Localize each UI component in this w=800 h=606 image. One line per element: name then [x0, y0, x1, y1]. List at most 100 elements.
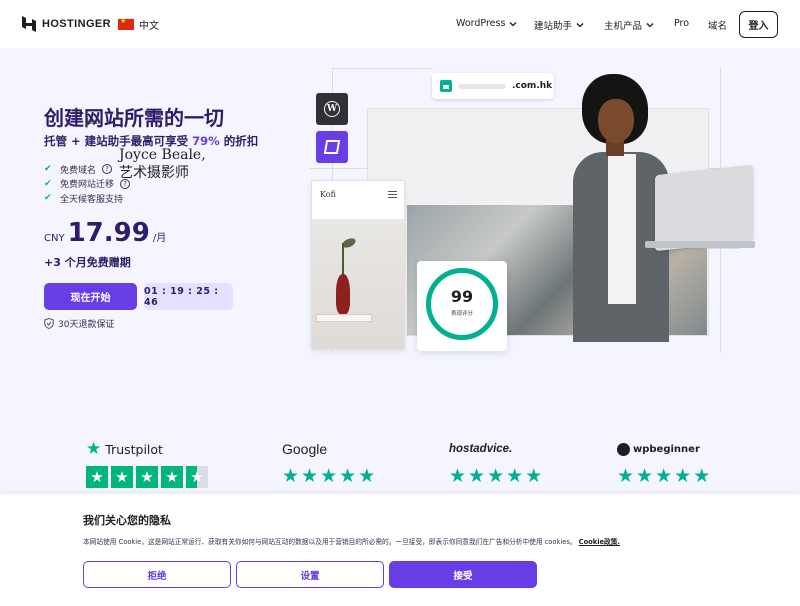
- laptop-base: [645, 241, 755, 248]
- website-builder-tile: [316, 131, 348, 163]
- star-icon: ★: [86, 466, 108, 488]
- china-flag-icon: [118, 17, 134, 30]
- review-badges: ★ Trustpilot ★ ★ ★ ★ ★ Google ★ ★ ★ ★ ★ …: [0, 440, 800, 500]
- nav-item-hosting[interactable]: 主机产品: [604, 18, 654, 32]
- star-icon: ★: [693, 465, 711, 487]
- feature-list: ✔ 免费域名 ? ✔ 免费网站迁移 ? ✔ 全天候客服支持: [44, 162, 131, 206]
- check-icon: ✔: [44, 193, 52, 204]
- star-icon: ★: [636, 465, 654, 487]
- settings-button[interactable]: 设置: [236, 561, 384, 588]
- feature-item: ✔ 免费域名 ?: [44, 162, 130, 177]
- google-badge[interactable]: Google ★ ★ ★ ★ ★: [282, 440, 375, 486]
- help-icon[interactable]: ?: [102, 164, 113, 175]
- star-icon: ★: [506, 465, 524, 487]
- star-icon: ★: [655, 465, 673, 487]
- money-back-guarantee: 30天退款保证: [44, 317, 114, 330]
- chevron-down-icon: [509, 21, 517, 26]
- mobile-preview: Kofi: [311, 180, 405, 350]
- chevron-down-icon: [576, 23, 584, 28]
- trustpilot-star-icon: ★: [86, 438, 102, 459]
- feature-label: 免费域名: [60, 165, 97, 176]
- bonus-months: +3 个月免费赠期: [44, 256, 131, 269]
- hostinger-logo-icon: [22, 16, 36, 32]
- person-shirt: [608, 154, 636, 304]
- site-name-line1: Joyce Beale,: [119, 147, 206, 163]
- url-placeholder-line: [458, 83, 506, 89]
- person-face: [598, 99, 634, 143]
- nav-item-pro[interactable]: Pro: [674, 18, 689, 29]
- language-label: 中文: [139, 21, 159, 32]
- domain-url-bar: .com.hk: [432, 73, 554, 99]
- grid-line: [332, 68, 432, 69]
- language-selector[interactable]: 中文: [118, 17, 159, 32]
- laptop-image: [655, 164, 753, 252]
- star-icon: ★: [339, 465, 357, 487]
- wpbeginner-badge[interactable]: wpbeginner ★ ★ ★ ★ ★: [617, 440, 710, 486]
- feature-label: 全天候客服支持: [60, 194, 124, 205]
- nav-item-label: 域名: [708, 21, 728, 32]
- check-icon: ✔: [44, 164, 52, 175]
- check-icon: ✔: [44, 178, 52, 189]
- hamburger-menu-icon: [388, 191, 397, 198]
- countdown-timer: 01 : 19 : 25 : 46: [144, 283, 233, 310]
- feature-label: 免费网站迁移: [60, 180, 115, 191]
- site-brand: Kofi: [86, 118, 100, 126]
- feature-item: ✔ 免费网站迁移 ?: [44, 177, 131, 192]
- wordpress-icon: W: [324, 101, 340, 117]
- nav-item-label: 建站助手: [534, 21, 573, 32]
- star-icon: ★: [358, 465, 376, 487]
- accept-button[interactable]: 接受: [389, 561, 537, 588]
- star-icon: ★: [301, 465, 319, 487]
- star-icon: ★: [320, 465, 338, 487]
- star-icon: ★: [161, 466, 183, 488]
- nav-item-domains[interactable]: 域名: [708, 18, 727, 32]
- feature-item: ✔ 全天候客服支持: [44, 191, 130, 206]
- domain-text: .com.hk: [512, 81, 553, 91]
- top-nav: HOSTINGER 中文 WordPress 建站助手 主机产品 Pro 域名 …: [0, 0, 800, 48]
- nav-item-wordpress[interactable]: WordPress: [456, 18, 517, 29]
- cookie-text: 本网站使用 Cookie，这是网站正常运行、获取有关你如何与网站互动的数据以及用…: [83, 536, 620, 546]
- trustpilot-badge[interactable]: ★ Trustpilot ★ ★ ★ ★ ★: [86, 440, 208, 488]
- hostadvice-logo: hostadvice.: [449, 443, 513, 455]
- star-icon: ★: [674, 465, 692, 487]
- shield-check-icon: [44, 318, 54, 329]
- mobile-brand: Kofi: [320, 190, 336, 199]
- google-logo: Google: [282, 441, 328, 457]
- price-amount: 17.99: [67, 218, 150, 248]
- cookie-policy-link[interactable]: Cookie政策.: [579, 538, 620, 546]
- nav-item-label: 主机产品: [604, 21, 643, 32]
- cookie-banner: 我们关心您的隐私 本网站使用 Cookie，这是网站正常运行、获取有关你如何与网…: [0, 494, 800, 606]
- start-now-button[interactable]: 现在开始: [44, 283, 137, 310]
- price-currency: CNY: [44, 233, 65, 244]
- plant-stem: [342, 243, 344, 277]
- rating-stars: ★ ★ ★ ★ ★: [617, 467, 710, 486]
- hero-title: 创建网站所需的一切: [44, 106, 224, 130]
- nav-item-label: WordPress: [456, 18, 506, 29]
- nav-item-website-builder[interactable]: 建站助手: [534, 18, 584, 32]
- nav-item-label: Pro: [674, 18, 690, 29]
- review-brand: wpbeginner: [633, 443, 700, 455]
- hostinger-logo[interactable]: HOSTINGER: [22, 16, 111, 32]
- reject-button[interactable]: 拒绝: [83, 561, 231, 588]
- vase-photo: [312, 219, 404, 349]
- star-icon: ★: [525, 465, 543, 487]
- performance-score-card: 99 表现评分: [417, 261, 507, 351]
- website-builder-icon: [323, 140, 341, 154]
- cookie-description: 本网站使用 Cookie，这是网站正常运行、获取有关你如何与网站互动的数据以及用…: [83, 538, 577, 546]
- star-icon: ★: [136, 466, 158, 488]
- hostadvice-badge[interactable]: hostadvice. ★ ★ ★ ★ ★: [449, 440, 542, 486]
- rating-stars: ★ ★ ★ ★ ★: [449, 467, 542, 486]
- brand-name: HOSTINGER: [42, 18, 111, 30]
- star-icon: ★: [617, 465, 635, 487]
- login-button[interactable]: 登入: [739, 11, 778, 38]
- book-stack: [316, 314, 372, 322]
- star-icon: ★: [468, 465, 486, 487]
- price: CNY 17.99 /月: [44, 218, 166, 248]
- star-icon: ★: [282, 465, 300, 487]
- cookie-title: 我们关心您的隐私: [83, 514, 171, 527]
- review-brand: Trustpilot: [105, 441, 163, 457]
- wpbeginner-logo: wpbeginner: [617, 440, 710, 458]
- chevron-down-icon: [646, 23, 654, 28]
- score-value: 99: [450, 287, 474, 306]
- star-icon: ★: [449, 465, 467, 487]
